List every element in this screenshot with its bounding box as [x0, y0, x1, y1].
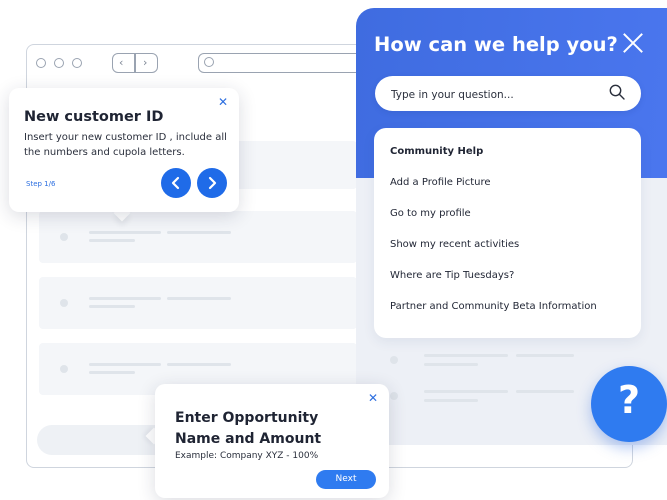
chevron-left-icon [171, 176, 180, 190]
window-dot-icon [54, 58, 64, 68]
list-item-placeholder [39, 211, 357, 263]
help-link-recent-activities[interactable]: Show my recent activities [390, 239, 519, 250]
text-line [516, 390, 574, 393]
community-help-card: Community Help Add a Profile Picture Go … [374, 128, 641, 338]
close-icon[interactable]: ✕ [368, 391, 378, 405]
nav-buttons: ‹ › [112, 53, 158, 73]
window-dot-icon [36, 58, 46, 68]
text-line [167, 297, 231, 300]
forward-chevron-icon: › [143, 56, 148, 69]
opportunity-tooltip: ✕ Enter Opportunity Name and Amount Exam… [155, 384, 389, 498]
tooltip-title: Enter Opportunity Name and Amount [175, 410, 322, 447]
question-mark-icon: ? [617, 378, 641, 422]
text-line [424, 399, 478, 402]
search-icon[interactable] [609, 84, 625, 100]
close-icon[interactable]: ✕ [218, 95, 228, 109]
address-bar [198, 53, 370, 73]
bullet [60, 365, 68, 373]
help-search-box [375, 76, 641, 113]
text-line [89, 363, 161, 366]
back-chevron-icon: ‹ [119, 56, 124, 69]
tooltip-body: Insert your new customer ID , include al… [24, 132, 227, 158]
tooltip-title: New customer ID [24, 109, 164, 125]
text-line [167, 363, 231, 366]
chevron-right-icon [208, 176, 217, 190]
text-line [167, 231, 231, 234]
text-line [424, 354, 508, 357]
bullet [60, 233, 68, 241]
next-arrow-button[interactable] [197, 168, 227, 198]
text-line [89, 297, 161, 300]
tooltip-body: Example: Company XYZ - 100% [175, 451, 319, 461]
text-line [89, 239, 135, 242]
bullet [390, 392, 398, 400]
bullet [390, 356, 398, 364]
walkthrough-tooltip: ✕ New customer ID Insert your new custom… [9, 88, 239, 212]
bullet [60, 299, 68, 307]
help-link-add-profile-picture[interactable]: Add a Profile Picture [390, 177, 491, 188]
help-link-go-to-profile[interactable]: Go to my profile [390, 208, 471, 219]
community-help-heading: Community Help [390, 146, 484, 157]
help-link-tip-tuesdays[interactable]: Where are Tip Tuesdays? [390, 270, 514, 281]
text-line [424, 363, 478, 366]
previous-button[interactable] [161, 168, 191, 198]
search-input[interactable] [389, 76, 603, 113]
list-item-placeholder [39, 277, 357, 329]
next-button[interactable]: Next [316, 470, 376, 489]
close-icon[interactable] [622, 32, 644, 54]
text-line [89, 305, 135, 308]
help-panel-title: How can we help you? [374, 33, 618, 56]
text-line [89, 231, 161, 234]
step-counter: Step 1/6 [26, 180, 56, 188]
window-dot-icon [72, 58, 82, 68]
text-line [89, 371, 135, 374]
text-line [424, 390, 508, 393]
help-link-partner-beta[interactable]: Partner and Community Beta Information [390, 301, 597, 312]
help-fab-button[interactable]: ? [591, 366, 667, 442]
search-icon [204, 57, 214, 67]
text-line [516, 354, 574, 357]
